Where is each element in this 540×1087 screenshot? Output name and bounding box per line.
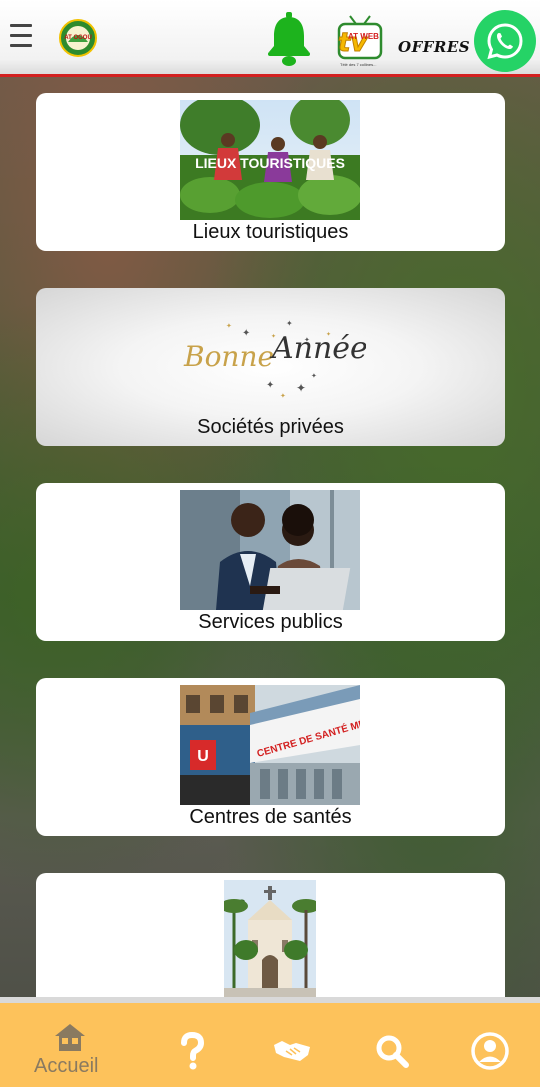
whatsapp-button[interactable]	[474, 10, 536, 72]
offres-link[interactable]: OFFRES	[398, 38, 470, 56]
card-centres-de-santes[interactable]: U CENTRE DE SANTÉ MÉDICAL Centres de san…	[36, 678, 505, 836]
category-list: LIEUX TOURISTIQUES Lieux touristiques ✦ …	[0, 77, 540, 997]
card-lieux-touristiques[interactable]: LIEUX TOURISTIQUES Lieux touristiques	[36, 93, 505, 251]
nav-profile[interactable]	[470, 1031, 510, 1076]
card-label: Services publics	[198, 611, 343, 633]
tv-logo-tagline: Télé des 7 collines...	[340, 62, 377, 67]
bottom-navigation: Accueil	[0, 997, 540, 1087]
svg-text:✦: ✦	[280, 392, 286, 400]
card-services-publics[interactable]: Services publics	[36, 483, 505, 641]
app-logo[interactable]: AT OGOU	[58, 18, 98, 58]
nav-partners[interactable]	[272, 1037, 312, 1070]
user-profile-icon	[471, 1032, 509, 1070]
nav-help[interactable]	[172, 1031, 212, 1076]
handshake-icon	[274, 1041, 310, 1061]
svg-text:✦: ✦	[286, 319, 293, 328]
church-image	[224, 880, 316, 997]
notification-bell-icon[interactable]	[266, 12, 312, 66]
tv-logo-badge: AT WEB	[348, 32, 379, 41]
card-lieux-de-culte[interactable]	[36, 873, 505, 997]
svg-text:✦: ✦	[311, 372, 317, 380]
logo-text: AT OGOU	[64, 35, 92, 41]
card-label: Sociétés privées	[197, 416, 344, 438]
svg-text:U: U	[197, 748, 209, 765]
card-societes-privees[interactable]: ✦ ✦ ✦ ✦ ✦ ✦ ✦ ✦ ✦ ✦ Bonne Année Sociétés…	[36, 288, 505, 446]
question-mark-icon	[181, 1031, 205, 1070]
svg-text:✦: ✦	[242, 328, 250, 339]
centres-de-santes-image: U CENTRE DE SANTÉ MÉDICAL	[180, 685, 360, 805]
app-header: AT OGOU tv AT WEB Télé des 7 collines...…	[0, 0, 540, 77]
svg-text:✦: ✦	[266, 380, 274, 391]
whatsapp-icon	[487, 23, 523, 60]
bonne-annee-image: ✦ ✦ ✦ ✦ ✦ ✦ ✦ ✦ ✦ ✦ Bonne Année	[176, 308, 366, 408]
nav-accueil-label: Accueil	[34, 1055, 99, 1077]
search-icon	[376, 1035, 409, 1068]
lieux-touristiques-image: LIEUX TOURISTIQUES	[180, 100, 360, 220]
at-web-tv-logo[interactable]: tv AT WEB Télé des 7 collines...	[336, 14, 384, 68]
hamburger-menu-icon[interactable]	[10, 24, 32, 50]
nav-accueil[interactable]: Accueil	[0, 1003, 140, 1087]
card-label: Centres de santés	[189, 806, 352, 828]
annee-text: Année	[269, 331, 366, 366]
lieux-touristiques-overlay-text: LIEUX TOURISTIQUES	[195, 155, 345, 171]
home-icon	[55, 1024, 85, 1051]
services-publics-image	[180, 490, 360, 610]
svg-text:✦: ✦	[226, 322, 232, 330]
card-label: Lieux touristiques	[192, 221, 349, 243]
nav-search[interactable]	[374, 1033, 410, 1074]
svg-text:✦: ✦	[296, 381, 306, 395]
bonne-text: Bonne	[183, 340, 274, 373]
